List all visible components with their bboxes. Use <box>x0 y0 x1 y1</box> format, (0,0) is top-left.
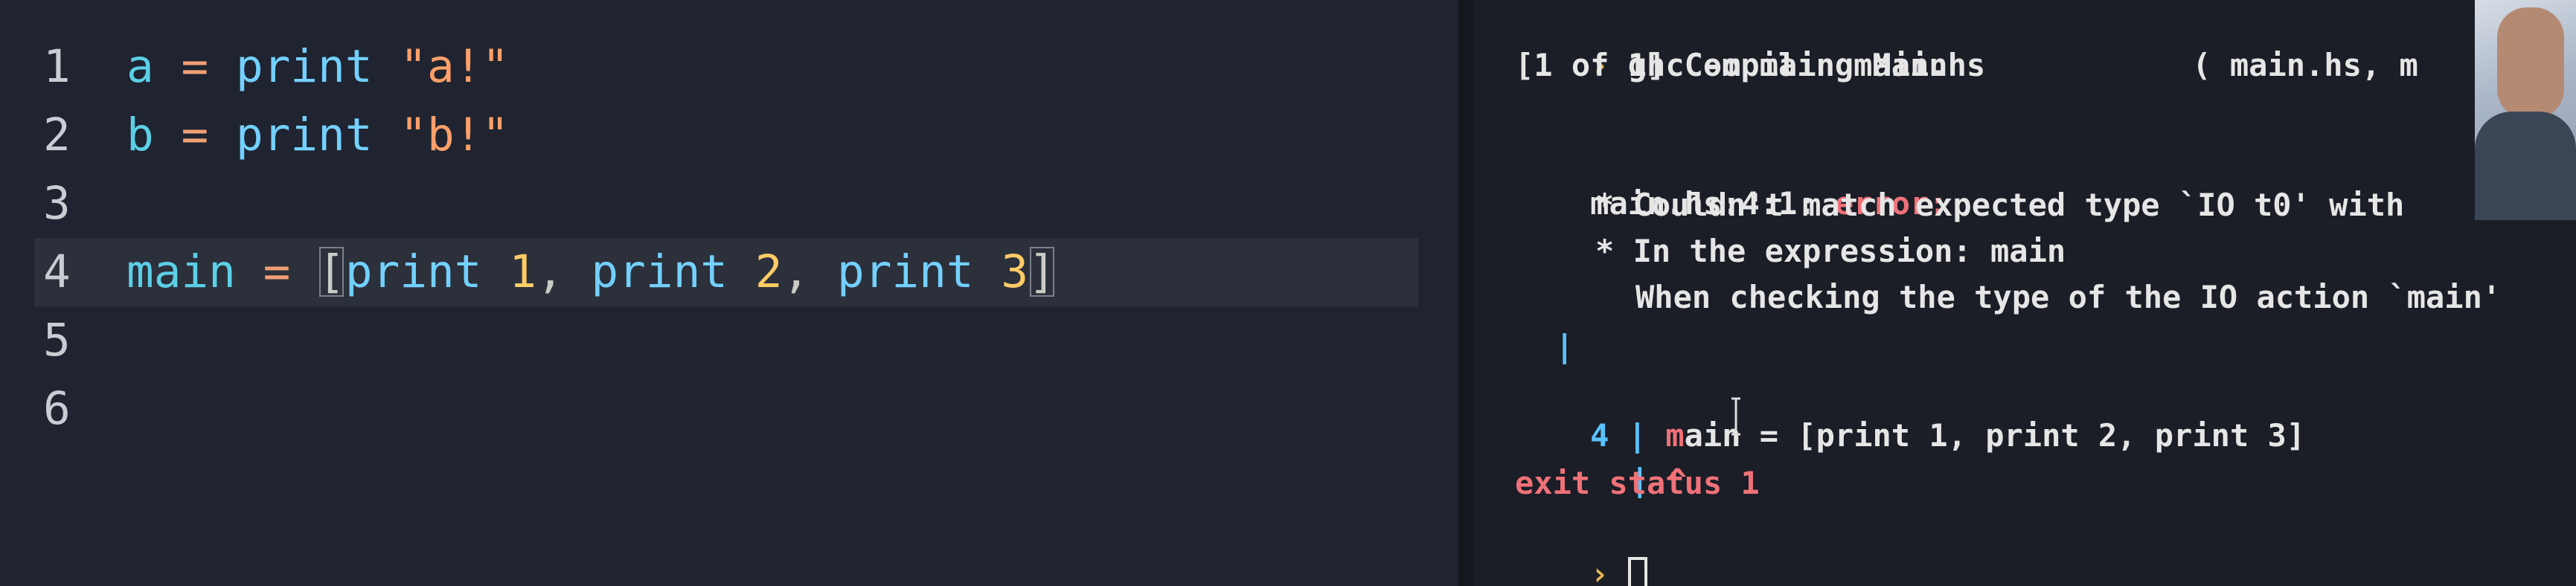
code-token: print <box>235 40 373 93</box>
compiling-line: [1 of 1] Compiling Main ( main.hs, m <box>1515 47 2418 83</box>
code-text[interactable]: a = print "a!" <box>126 33 509 101</box>
code-token: 3 <box>1001 245 1029 298</box>
code-token: , <box>536 245 592 298</box>
code-token: b <box>126 109 154 161</box>
error-message-1: * Couldn't match expected type `IO t0' w… <box>1595 187 2405 223</box>
gutter-bar-top: | <box>1555 328 1574 364</box>
code-token: main <box>126 245 236 298</box>
terminal-cursor <box>1627 556 1647 586</box>
pane-divider[interactable] <box>1458 0 1473 586</box>
mouse-ibeam-cursor-icon <box>1731 397 1740 436</box>
code-token: "a!" <box>400 40 510 93</box>
line-number: 3 <box>43 177 71 230</box>
exit-status-line: exit status 1 <box>1515 465 1760 501</box>
source-code-text: ain = [print 1, print 2, print 3] <box>1684 417 2306 454</box>
code-token: 1 <box>509 245 536 298</box>
error-message-2: * In the expression: main <box>1595 233 2066 269</box>
code-text[interactable]: main = [print 1, print 2, print 3] <box>126 238 1056 306</box>
code-text[interactable]: b = print "b!" <box>126 101 509 170</box>
code-line[interactable]: 6 <box>0 375 1458 443</box>
code-token: = <box>181 40 209 93</box>
error-message-3: When checking the type of the IO action … <box>1635 279 2502 315</box>
code-token: print <box>235 109 373 161</box>
error-header-line: main.hs:4:1: error: <box>1515 137 1947 222</box>
code-line[interactable]: 2 b = print "b!" <box>0 101 1458 170</box>
error-source-line: 4 | main = [print 1, print 2, print 3] <box>1515 369 2305 454</box>
code-line[interactable]: 5 <box>0 306 1458 375</box>
terminal-pane[interactable]: › ghc -o main main.hs [1 of 1] Compiling… <box>1473 0 2576 586</box>
line-number: 5 <box>43 314 71 367</box>
code-token: "b!" <box>400 109 510 161</box>
code-line[interactable]: 3 <box>0 170 1458 238</box>
matched-bracket: ] <box>1028 245 1056 298</box>
code-line[interactable]: 4 main = [print 1, print 2, print 3] <box>34 238 1418 306</box>
presenter-shoulder <box>2475 112 2576 220</box>
matched-bracket: [ <box>318 245 345 298</box>
presenter-face <box>2497 7 2564 119</box>
code-token: , <box>782 245 837 298</box>
code-line[interactable]: 1 a = print "a!" <box>0 33 1458 101</box>
code-token: = <box>181 109 209 161</box>
line-number: 1 <box>43 40 71 93</box>
prompt-chevron-icon: › <box>1590 556 1609 586</box>
code-token: print <box>591 245 728 298</box>
terminal-command-line: › ghc -o main main.hs <box>1515 0 1985 83</box>
terminal-input-line[interactable]: › <box>1515 507 1647 586</box>
code-token: 2 <box>754 245 783 298</box>
webcam-overlay <box>2475 0 2576 220</box>
code-token: print <box>345 245 482 298</box>
line-number: 4 <box>43 245 71 298</box>
code-editor-pane[interactable]: 1 a = print "a!" 2 b = print "b!" 3 4 main = [… <box>0 0 1458 586</box>
code-token: = <box>263 245 291 298</box>
caret-line: | ^ <box>1555 413 1687 498</box>
code-token: a <box>126 40 154 93</box>
line-number: 6 <box>43 382 71 435</box>
line-number: 2 <box>43 109 71 161</box>
code-token: print <box>836 245 974 298</box>
